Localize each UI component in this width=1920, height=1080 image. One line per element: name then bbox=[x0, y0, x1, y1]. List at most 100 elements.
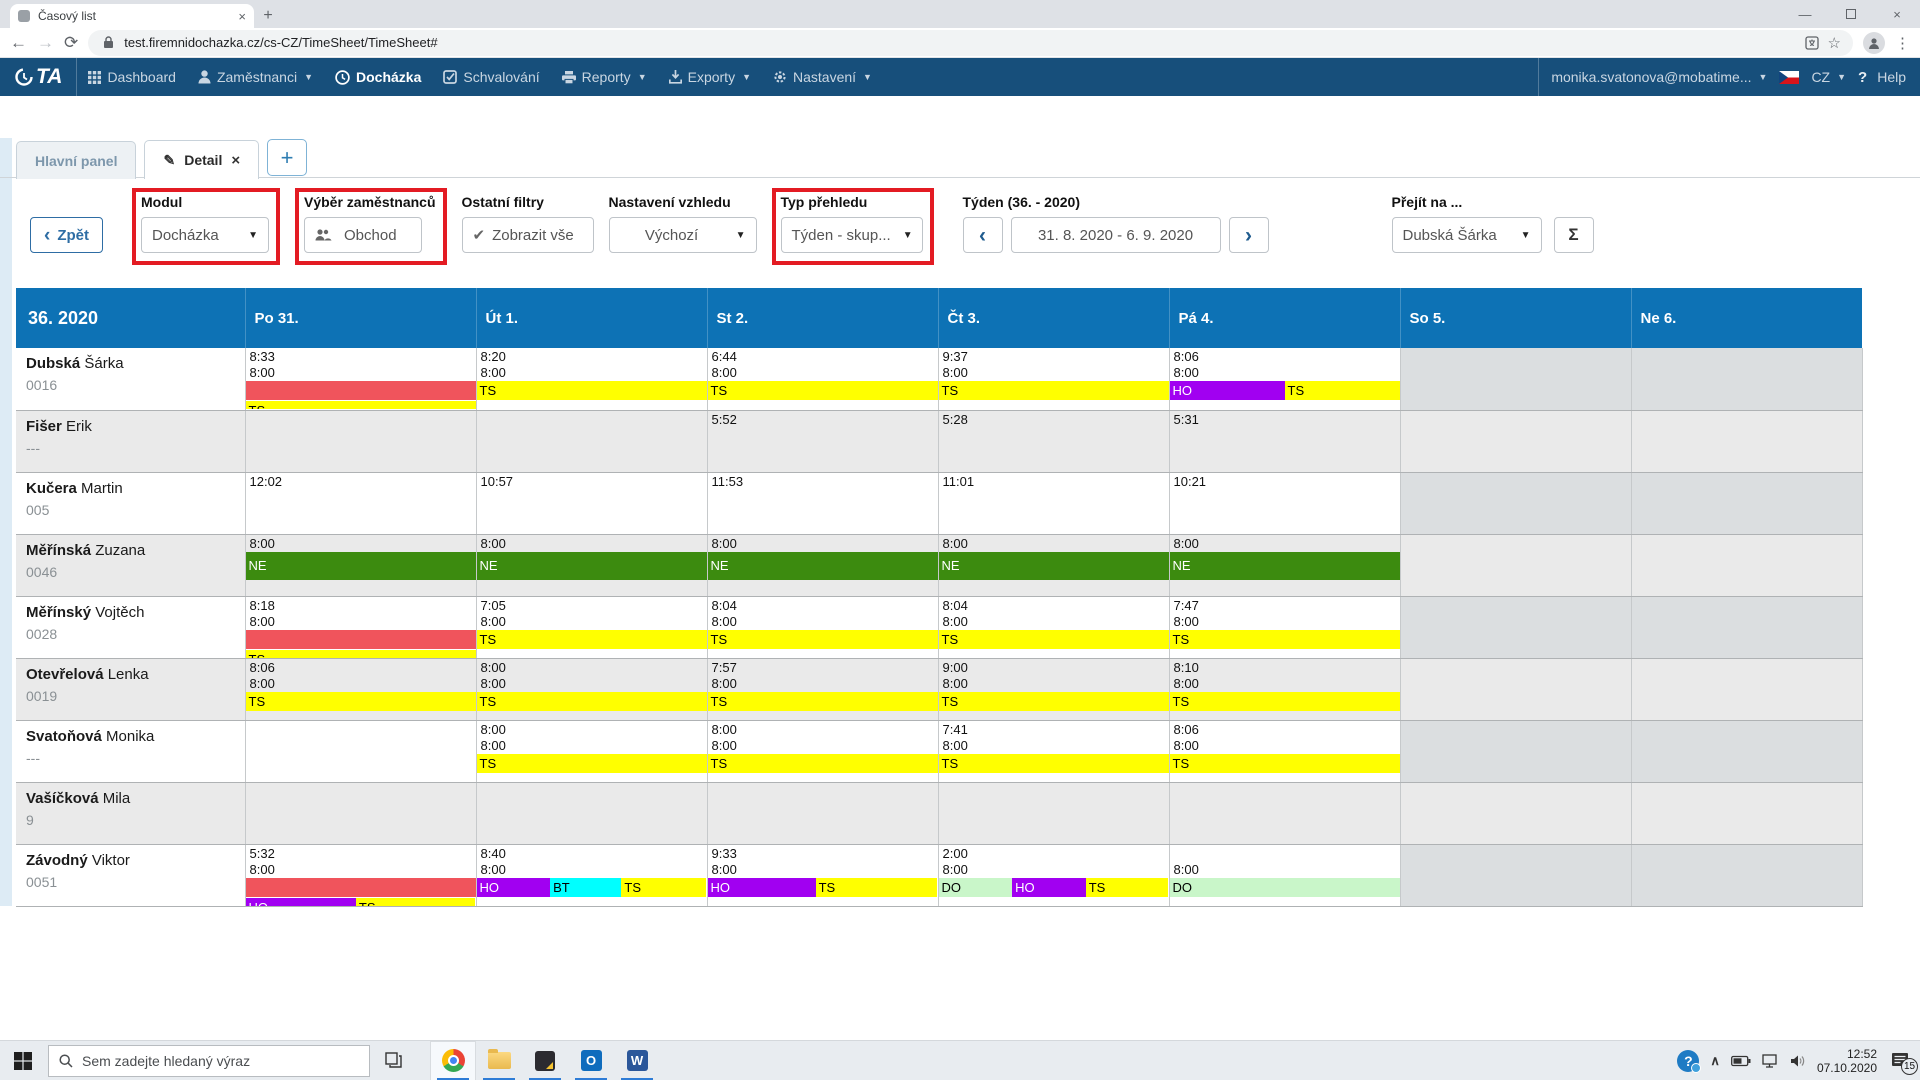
day-cell[interactable]: 8:068:00TS bbox=[1169, 720, 1400, 782]
vzhled-select[interactable]: Výchozí ▼ bbox=[609, 217, 757, 253]
add-tab-button[interactable]: + bbox=[267, 139, 307, 176]
tray-chevron-up-icon[interactable]: ∧ bbox=[1710, 1053, 1720, 1069]
window-close-button[interactable]: × bbox=[1874, 0, 1920, 28]
bookmark-star-icon[interactable]: ☆ bbox=[1828, 34, 1841, 52]
weekend-cell[interactable] bbox=[1631, 658, 1862, 720]
day-cell[interactable]: 8:208:00TS bbox=[476, 348, 707, 410]
day-cell[interactable]: 12:02 bbox=[245, 472, 476, 534]
day-cell[interactable]: 8:00NE bbox=[245, 534, 476, 596]
day-cell[interactable]: 8:008:00TS bbox=[707, 720, 938, 782]
modul-select[interactable]: Docházka ▼ bbox=[141, 217, 269, 253]
day-cell[interactable]: 10:21 bbox=[1169, 472, 1400, 534]
taskbar-app-notes[interactable] bbox=[522, 1041, 568, 1080]
day-cell[interactable]: 8:008:00TS bbox=[476, 720, 707, 782]
weekend-cell[interactable] bbox=[1631, 782, 1862, 844]
back-icon[interactable]: ← bbox=[10, 33, 27, 53]
taskbar-app-explorer[interactable] bbox=[476, 1041, 522, 1080]
weekend-cell[interactable] bbox=[1400, 720, 1631, 782]
day-cell[interactable]: 11:53 bbox=[707, 472, 938, 534]
day-cell[interactable]: 5:31 bbox=[1169, 410, 1400, 472]
employee-name-cell[interactable]: Otevřelová Lenka0019 bbox=[16, 658, 245, 720]
weekend-cell[interactable] bbox=[1400, 782, 1631, 844]
new-tab-button[interactable]: + bbox=[254, 4, 282, 28]
forward-icon[interactable]: → bbox=[37, 33, 54, 53]
day-cell[interactable]: 9:338:00HOTS bbox=[707, 844, 938, 906]
tab-close-icon[interactable]: × bbox=[238, 9, 246, 24]
battery-icon[interactable] bbox=[1731, 1055, 1751, 1067]
employee-name-cell[interactable]: Dubská Šárka0016 bbox=[16, 348, 245, 410]
help-link[interactable]: Help bbox=[1877, 69, 1906, 85]
day-cell[interactable]: 2:008:00DOHOTS bbox=[938, 844, 1169, 906]
taskbar-clock[interactable]: 12:52 07.10.2020 bbox=[1817, 1047, 1877, 1075]
day-cell[interactable]: 10:57 bbox=[476, 472, 707, 534]
day-cell[interactable] bbox=[476, 782, 707, 844]
employee-name-cell[interactable]: Měřínský Vojtěch0028 bbox=[16, 596, 245, 658]
taskbar-app-chrome[interactable] bbox=[430, 1041, 476, 1080]
next-week-button[interactable]: › bbox=[1229, 217, 1269, 253]
weekend-cell[interactable] bbox=[1400, 472, 1631, 534]
taskbar-app-word[interactable]: W bbox=[614, 1041, 660, 1080]
day-cell[interactable]: 8:068:00TS bbox=[245, 658, 476, 720]
weekend-cell[interactable] bbox=[1400, 844, 1631, 906]
day-cell[interactable]: 5:52 bbox=[707, 410, 938, 472]
weekend-cell[interactable] bbox=[1400, 658, 1631, 720]
day-cell[interactable] bbox=[938, 782, 1169, 844]
nav-item-dashboard[interactable]: Dashboard bbox=[88, 69, 176, 85]
task-view-button[interactable] bbox=[370, 1041, 416, 1080]
sum-button[interactable]: Σ bbox=[1554, 217, 1594, 253]
day-cell[interactable]: 8:068:00HOTS bbox=[1169, 348, 1400, 410]
taskbar-app-outlook[interactable]: O bbox=[568, 1041, 614, 1080]
prejit-na-select[interactable]: Dubská Šárka ▼ bbox=[1392, 217, 1542, 253]
day-cell[interactable]: 8:008:00TS bbox=[476, 658, 707, 720]
week-range-field[interactable]: 31. 8. 2020 - 6. 9. 2020 bbox=[1011, 217, 1221, 253]
day-cell[interactable]: 7:578:00TS bbox=[707, 658, 938, 720]
address-bar[interactable]: test.firemnidochazka.cz/cs-CZ/TimeSheet/… bbox=[88, 30, 1853, 56]
day-cell[interactable]: 7:418:00TS bbox=[938, 720, 1169, 782]
day-cell[interactable]: 8:00DO bbox=[1169, 844, 1400, 906]
language-menu[interactable]: CZ ▼ bbox=[1811, 69, 1846, 85]
reload-icon[interactable]: ⟳ bbox=[64, 33, 78, 53]
employee-name-cell[interactable]: Měřínská Zuzana0046 bbox=[16, 534, 245, 596]
day-cell[interactable] bbox=[245, 410, 476, 472]
tab-hlavni-panel[interactable]: Hlavní panel bbox=[16, 141, 136, 179]
app-logo[interactable]: TA bbox=[0, 58, 77, 96]
nav-item-nastaveni[interactable]: Nastavení ▼ bbox=[773, 69, 872, 85]
day-cell[interactable]: 8:00NE bbox=[476, 534, 707, 596]
day-cell[interactable] bbox=[1169, 782, 1400, 844]
day-cell[interactable]: 8:108:00TS bbox=[1169, 658, 1400, 720]
collapsed-sidebar-strip[interactable] bbox=[0, 138, 12, 906]
typ-prehledu-select[interactable]: Týden - skup... ▼ bbox=[781, 217, 923, 253]
day-cell[interactable] bbox=[245, 782, 476, 844]
day-cell[interactable] bbox=[476, 410, 707, 472]
weekend-cell[interactable] bbox=[1631, 596, 1862, 658]
window-maximize-button[interactable] bbox=[1828, 0, 1874, 28]
day-cell[interactable]: 8:408:00HOBTTS bbox=[476, 844, 707, 906]
network-icon[interactable] bbox=[1762, 1054, 1779, 1068]
day-cell[interactable]: 8:00NE bbox=[1169, 534, 1400, 596]
day-cell[interactable]: 9:008:00TS bbox=[938, 658, 1169, 720]
day-cell[interactable]: 8:00NE bbox=[707, 534, 938, 596]
day-cell[interactable]: 9:378:00TS bbox=[938, 348, 1169, 410]
day-cell[interactable]: 8:188:00TS bbox=[245, 596, 476, 658]
nav-item-exporty[interactable]: Exporty ▼ bbox=[669, 69, 751, 85]
notification-center-icon[interactable]: 15 bbox=[1888, 1050, 1912, 1072]
employee-name-cell[interactable]: Vašíčková Mila9 bbox=[16, 782, 245, 844]
day-cell[interactable]: 8:00NE bbox=[938, 534, 1169, 596]
browser-menu-icon[interactable]: ⋮ bbox=[1895, 34, 1910, 52]
weekend-cell[interactable] bbox=[1631, 472, 1862, 534]
start-button[interactable] bbox=[0, 1041, 46, 1080]
taskbar-search-input[interactable]: Sem zadejte hledaný výraz bbox=[48, 1045, 370, 1077]
day-cell[interactable]: 11:01 bbox=[938, 472, 1169, 534]
browser-tab[interactable]: Časový list × bbox=[10, 4, 254, 28]
zobrazit-vse-button[interactable]: ✔ Zobrazit vše bbox=[462, 217, 594, 253]
weekend-cell[interactable] bbox=[1400, 596, 1631, 658]
speaker-icon[interactable] bbox=[1790, 1054, 1806, 1068]
user-menu[interactable]: monika.svatonova@mobatime... ▼ bbox=[1551, 69, 1767, 85]
vyber-zamestnancu-button[interactable]: Obchod bbox=[304, 217, 422, 253]
tab-detail-close-icon[interactable]: × bbox=[231, 152, 240, 169]
day-cell[interactable] bbox=[707, 782, 938, 844]
day-cell[interactable]: 5:28 bbox=[938, 410, 1169, 472]
employee-name-cell[interactable]: Fišer Erik--- bbox=[16, 410, 245, 472]
day-cell[interactable]: 5:328:00HOTS bbox=[245, 844, 476, 906]
weekend-cell[interactable] bbox=[1400, 534, 1631, 596]
